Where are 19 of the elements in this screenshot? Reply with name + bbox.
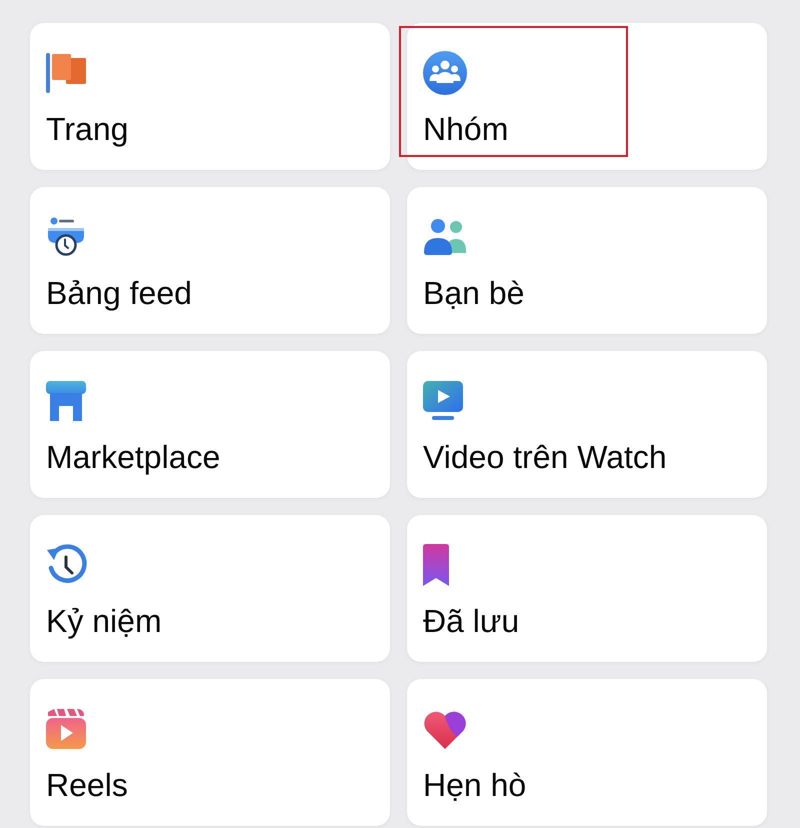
shortcut-card[interactable]: Bạn bè	[407, 187, 767, 334]
shortcut-card[interactable]: Hẹn hò	[407, 679, 767, 826]
bookmark-icon	[423, 544, 449, 586]
storefront-icon	[46, 381, 86, 421]
heart-icon	[423, 709, 467, 749]
play-screen-icon	[423, 381, 463, 421]
card-clock-icon	[46, 217, 86, 257]
shortcut-card[interactable]: Marketplace	[30, 351, 390, 498]
people-icon	[423, 219, 467, 255]
shortcut-card[interactable]: Trang	[30, 23, 390, 170]
shortcut-card[interactable]: Đã lưu	[407, 515, 767, 662]
history-clock-icon	[46, 544, 88, 586]
shortcut-card[interactable]: Kỷ niệm	[30, 515, 390, 662]
shortcut-card[interactable]: Video trên Watch	[407, 351, 767, 498]
flag-icon	[46, 53, 86, 93]
shortcut-card[interactable]: Reels	[30, 679, 390, 826]
group-icon	[423, 51, 467, 95]
clapperboard-icon	[46, 709, 86, 749]
shortcut-card[interactable]: Bảng feed	[30, 187, 390, 334]
